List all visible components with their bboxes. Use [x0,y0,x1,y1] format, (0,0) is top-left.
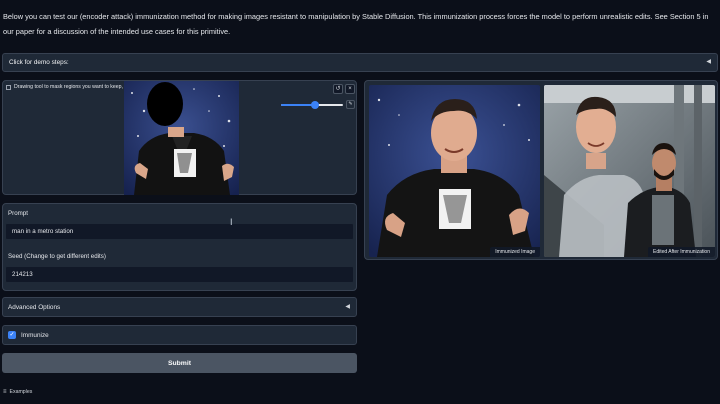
clear-button[interactable]: × [345,84,355,94]
list-icon: ≡ [3,389,7,395]
prompt-input[interactable]: man in a metro station [5,223,354,240]
edited-caption: Edited After Immunization [648,247,715,257]
output-gallery: Immunized Image Edited After Immunizatio… [364,80,718,260]
immunized-caption: Immunized Image [490,247,540,257]
brush-size-slider[interactable] [281,101,343,109]
demo-steps-label: Click for demo steps: [9,59,69,66]
triangle-left-icon: ◀ [345,304,350,310]
seed-label: Seed (Change to get different edits) [8,253,106,260]
prompt-seed-panel: Prompt man in a metro station I Seed (Ch… [2,203,357,291]
immunize-row[interactable]: ✓ Immunize [2,325,357,345]
examples-label: Examples [9,389,33,395]
immunized-image: Immunized Image [369,85,540,257]
submit-button[interactable]: Submit [2,353,357,373]
intro-text: Below you can test our (encoder attack) … [3,12,709,36]
seed-input[interactable]: 214213 [5,266,354,283]
advanced-options-label: Advanced Options [8,303,61,311]
advanced-options-accordion[interactable]: Advanced Options ◀ [2,297,357,317]
slider-fill [281,104,316,106]
examples-section[interactable]: ≡ Examples [3,389,32,395]
triangle-left-icon: ◀ [706,59,711,65]
mask-canvas[interactable] [124,81,239,195]
prompt-label: Prompt [8,210,28,217]
edited-image: Edited After Immunization [544,85,715,257]
image-icon [6,84,11,90]
brush-icon[interactable]: ✎ [346,100,355,109]
undo-button[interactable]: ↺ [333,84,343,94]
mask-drawing-panel: Drawing tool to mask regions you want to… [2,80,357,195]
immunize-label: Immunize [21,331,49,339]
text-cursor-icon: I [230,217,233,227]
slider-knob[interactable] [311,101,320,109]
demo-steps-accordion[interactable]: Click for demo steps: ◀ [2,53,718,72]
immunize-checkbox[interactable]: ✓ [8,331,16,339]
